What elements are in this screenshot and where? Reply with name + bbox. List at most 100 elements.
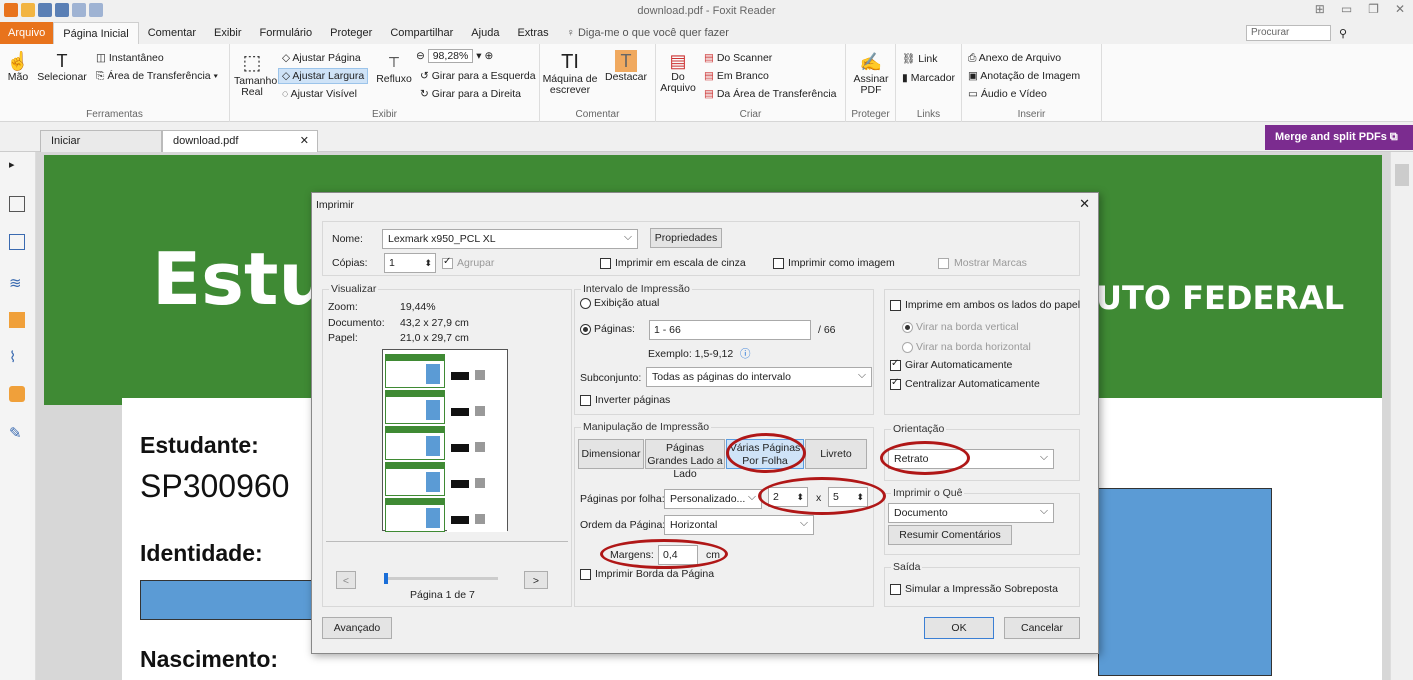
pages-icon[interactable] (9, 234, 25, 250)
menu-tab-form[interactable]: Formulário (251, 22, 322, 44)
menu-tab-view[interactable]: Exibir (205, 22, 251, 44)
page-order-select[interactable]: Horizontal (664, 514, 814, 535)
zoom-control[interactable]: ⊖ 98,28% ▾ ⊕ (416, 49, 493, 63)
restore-icon[interactable]: ❐ (1368, 2, 1379, 16)
tab-tile-large[interactable]: Páginas Grandes Lado a Lado (645, 439, 725, 480)
ribbon-display-icon[interactable]: ⊞ (1315, 2, 1325, 16)
tab-booklet[interactable]: Livreto (805, 439, 867, 469)
both-sides-checkbox[interactable] (890, 300, 901, 311)
actual-size-button[interactable]: ⬚ Tamanho Real (234, 50, 277, 98)
rotate-left-button[interactable]: ↺ Girar para a Esquerda (420, 70, 536, 82)
search-box[interactable]: Procurar (1246, 25, 1331, 41)
signature-icon[interactable]: ✎ (9, 424, 25, 442)
typewriter-button[interactable]: TI Máquina de escrever (542, 50, 598, 96)
highlight-icon: T (615, 50, 637, 72)
preview-next-button[interactable]: > (524, 571, 548, 589)
minimize-icon[interactable]: ▭ (1341, 2, 1352, 16)
grayscale-checkbox[interactable] (600, 258, 611, 269)
sign-pdf-button[interactable]: ✍ Assinar PDF (850, 50, 892, 96)
ribbon-group-insert: ⎙ Anexo de Arquivo ▣ Anotação de Imagem … (962, 44, 1102, 122)
advanced-button[interactable]: Avançado (322, 617, 392, 639)
properties-button[interactable]: Propriedades (650, 228, 722, 248)
menu-tab-comment[interactable]: Comentar (139, 22, 205, 44)
snapshot-button[interactable]: ◫ Instantâneo (96, 52, 164, 64)
fit-width-button[interactable]: ◇ Ajustar Largura (278, 68, 369, 84)
close-icon[interactable]: ✕ (1395, 2, 1405, 16)
flip-long-radio[interactable] (902, 322, 913, 333)
auto-center-checkbox[interactable] (890, 377, 901, 390)
attachment-panel-icon[interactable]: ⌇ (9, 348, 25, 366)
cancel-button[interactable]: Cancelar (1004, 617, 1080, 639)
ok-button[interactable]: OK (924, 617, 994, 639)
print-what-select[interactable]: Documento (888, 502, 1054, 523)
tell-me[interactable]: ♀ Diga-me o que você quer fazer (558, 22, 738, 44)
menu-tab-protect[interactable]: Proteger (321, 22, 381, 44)
tab-download-pdf[interactable]: download.pdf ✕ (162, 130, 318, 152)
menu-tab-help[interactable]: Ajuda (462, 22, 508, 44)
search-icon[interactable]: ⚲ (1339, 27, 1353, 40)
show-marks-checkbox[interactable] (938, 258, 949, 269)
collate-checkbox[interactable] (442, 256, 453, 269)
spin-icon[interactable]: ⬍ (424, 254, 432, 272)
audio-video-button[interactable]: ▭ Áudio e Vídeo (968, 88, 1047, 100)
preview-slider[interactable] (384, 573, 498, 584)
page-thumb-icon[interactable] (9, 196, 25, 212)
subset-select[interactable]: Todas as páginas do intervalo (646, 366, 872, 387)
expand-icon[interactable]: ▸ (9, 158, 25, 174)
printer-select[interactable]: Lexmark x950_PCL XL (382, 228, 638, 249)
menu-tab-share[interactable]: Compartilhar (381, 22, 462, 44)
auto-rotate-checkbox[interactable] (890, 358, 901, 371)
reverse-pages-checkbox[interactable] (580, 395, 591, 406)
camera-icon: ◫ (96, 52, 109, 64)
fit-page-button[interactable]: ◇ Ajustar Página (282, 52, 361, 64)
close-tab-icon[interactable]: ✕ (300, 131, 309, 151)
dialog-close-icon[interactable]: ✕ (1079, 196, 1090, 212)
tab-start[interactable]: Iniciar (40, 130, 162, 152)
image-annotation-button[interactable]: ▣ Anotação de Imagem (968, 70, 1080, 82)
info-icon[interactable]: ⓘ (740, 346, 751, 361)
bookmark-button[interactable]: ▮ Marcador (902, 72, 955, 84)
zoom-in-icon[interactable]: ⊕ (484, 50, 493, 62)
highlight-button[interactable]: T Destacar (600, 50, 652, 83)
reflow-button[interactable]: ⊤ Refluxo (376, 50, 412, 85)
tab-scale[interactable]: Dimensionar (578, 439, 644, 469)
print-what-legend: Imprimir o Quê (891, 487, 965, 499)
print-border-checkbox[interactable] (580, 569, 591, 580)
attachment-button[interactable]: ⎙ Anexo de Arquivo (968, 52, 1061, 65)
from-file-button[interactable]: ▤ Do Arquivo (658, 50, 698, 94)
simulate-overprint-checkbox[interactable] (890, 584, 901, 595)
copies-input[interactable]: 1 ⬍ (384, 253, 436, 273)
preview-grid (383, 350, 507, 536)
preview-slider-thumb[interactable] (384, 573, 388, 584)
fit-visible-button[interactable]: ◌ Ajustar Visível (282, 88, 357, 100)
blank-button[interactable]: ▤ Em Branco (704, 70, 769, 82)
comments-icon[interactable] (9, 312, 25, 328)
lock-icon[interactable] (9, 386, 25, 402)
preview-prev-button[interactable]: < (336, 571, 356, 589)
zoom-input[interactable]: 98,28% (427, 49, 474, 63)
menu-file[interactable]: Arquivo (0, 22, 54, 44)
menu-tab-extras[interactable]: Extras (508, 22, 557, 44)
merge-split-button[interactable]: Merge and split PDFs ⧉ (1265, 125, 1413, 150)
student-value: SP300960 (140, 468, 290, 504)
print-as-image-checkbox[interactable] (773, 258, 784, 269)
from-scanner-button[interactable]: ▤ Do Scanner (704, 52, 772, 64)
link-button[interactable]: ⛓ Link (902, 52, 938, 65)
current-view-radio[interactable] (580, 298, 591, 309)
select-tool[interactable]: T Selecionar (36, 50, 88, 83)
zoom-out-icon[interactable]: ⊖ (416, 50, 428, 62)
from-clipboard-button[interactable]: ▤ Da Área de Transferência (704, 88, 837, 100)
pages-radio[interactable] (580, 324, 591, 335)
flip-short-radio[interactable] (902, 342, 913, 353)
summarize-comments-button[interactable]: Resumir Comentários (888, 525, 1012, 545)
rotate-right-button[interactable]: ↻ Girar para a Direita (420, 88, 521, 100)
clipboard-button[interactable]: ⎘ Área de Transferência ▾ (96, 70, 218, 83)
vertical-scrollbar[interactable] (1390, 152, 1413, 680)
pages-per-sheet-select[interactable]: Personalizado... (664, 488, 762, 509)
preview-thumb (447, 354, 507, 388)
scroll-thumb[interactable] (1395, 164, 1409, 186)
layers-icon[interactable]: ≋ (9, 274, 25, 292)
pages-input[interactable]: 1 - 66 (649, 320, 811, 340)
hand-tool[interactable]: ☝ Mão (4, 50, 32, 83)
menu-tab-home[interactable]: Página Inicial (53, 22, 139, 44)
